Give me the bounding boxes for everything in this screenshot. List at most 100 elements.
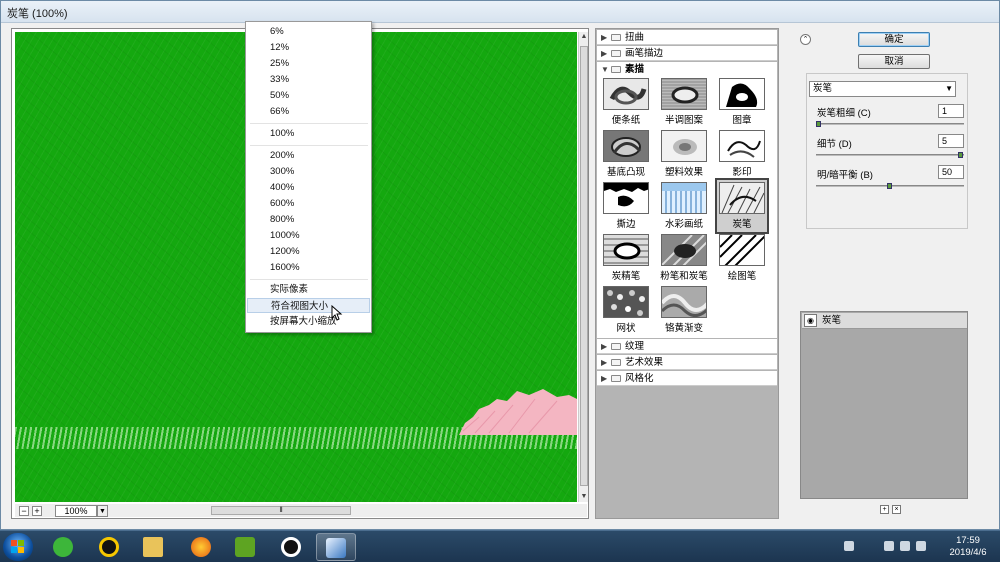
thickness-label: 炭笔粗细 (C): [817, 108, 871, 119]
zoom-menu-item[interactable]: 800%: [247, 212, 370, 227]
clock-time: 17:59: [956, 535, 980, 546]
collapse-gallery-icon[interactable]: ⌃: [800, 34, 811, 45]
folder-icon: [611, 343, 621, 350]
category-artistic[interactable]: ▶ 艺术效果: [597, 355, 777, 370]
zoom-menu-item[interactable]: 按屏幕大小缩放: [247, 314, 370, 329]
taskbar-firefox[interactable]: [182, 533, 222, 561]
filter-bas-relief[interactable]: 基底凸现: [601, 130, 651, 182]
ok-button[interactable]: 确定: [858, 32, 930, 47]
slider-handle[interactable]: [887, 183, 892, 189]
slider-handle[interactable]: [816, 121, 821, 127]
menu-separator: [250, 123, 368, 124]
filter-torn-edges[interactable]: 撕边: [601, 182, 651, 234]
sketch-filter-thumbnails: 便条纸 半调图案 图章 基底凸现 塑料效果 影印 撕边 水彩画纸 炭笔 炭精笔 …: [597, 76, 777, 338]
settings-panel: ⌃ 确定 取消 炭笔 ▼ 炭笔粗细 (C) 1 细节 (D) 5 明/暗平衡 (…: [796, 28, 996, 519]
filter-thumbnail: [603, 234, 649, 266]
cancel-button[interactable]: 取消: [858, 54, 930, 69]
filter-plaster[interactable]: 塑料效果: [659, 130, 709, 182]
filter-stamp[interactable]: 图章: [717, 78, 767, 130]
filter-note-paper[interactable]: 便条纸: [601, 78, 651, 130]
filter-thumbnail: [603, 286, 649, 318]
zoom-level-field[interactable]: 100%: [55, 505, 97, 517]
category-brush-strokes[interactable]: ▶ 画笔描边: [597, 46, 777, 61]
folder-open-icon: [611, 66, 621, 73]
zoom-in-button[interactable]: +: [32, 506, 42, 516]
filter-graphic-pen[interactable]: 绘图笔: [717, 234, 767, 286]
thickness-slider[interactable]: [816, 121, 964, 127]
zoom-menu-item-highlighted[interactable]: 符合视图大小: [247, 298, 370, 313]
new-effect-layer-icon[interactable]: +: [880, 505, 889, 514]
zoom-menu-item[interactable]: 25%: [247, 56, 370, 71]
balance-slider[interactable]: [816, 183, 964, 189]
filter-photocopy[interactable]: 影印: [717, 130, 767, 182]
filter-chalk-charcoal[interactable]: 粉笔和炭笔: [659, 234, 709, 286]
zoom-menu-item[interactable]: 50%: [247, 88, 370, 103]
expand-arrow-icon: ▶: [601, 342, 608, 351]
zoom-menu-item[interactable]: 66%: [247, 104, 370, 119]
record-icon: [281, 537, 301, 557]
network-icon[interactable]: [900, 541, 910, 551]
zoom-menu-item[interactable]: 33%: [247, 72, 370, 87]
filter-halftone-pattern[interactable]: 半调图案: [659, 78, 709, 130]
scroll-thumb[interactable]: [580, 46, 588, 486]
filter-conte-crayon[interactable]: 炭精笔: [601, 234, 651, 286]
detail-slider[interactable]: [816, 152, 964, 158]
zoom-menu-item[interactable]: 200%: [247, 148, 370, 163]
zoom-menu-item[interactable]: 1600%: [247, 260, 370, 275]
start-button[interactable]: [3, 533, 33, 561]
filter-thumbnail: [603, 78, 649, 110]
filter-gallery-window: 炭笔 (100%) ▲ ▼ − + 100% ▼ ⦀ 6% 12% 25% 33…: [0, 0, 1000, 530]
filter-gallery: ▶ 扭曲 ▶ 画笔描边 ▼ 素描 便条纸 半调图案 图章 基底凸现 塑料效果 影…: [595, 28, 779, 519]
scroll-down-icon[interactable]: ▼: [579, 492, 589, 502]
balance-label: 明/暗平衡 (B): [817, 170, 873, 181]
filter-charcoal-selected[interactable]: 炭笔: [715, 178, 769, 234]
filter-chrome[interactable]: 铬黄渐变: [659, 286, 709, 338]
folder-icon: [143, 537, 163, 557]
filter-thumbnail: [719, 182, 765, 214]
taskbar-explorer[interactable]: [134, 533, 174, 561]
keyboard-icon[interactable]: [844, 541, 854, 551]
window-title: 炭笔 (100%): [7, 8, 68, 20]
thickness-input[interactable]: 1: [938, 104, 964, 118]
category-sketch[interactable]: ▼ 素描: [597, 62, 777, 77]
category-distort[interactable]: ▶ 扭曲: [597, 30, 777, 45]
zoom-menu-item[interactable]: 400%: [247, 180, 370, 195]
taskbar-photoshop[interactable]: [316, 533, 356, 561]
printer-icon[interactable]: [884, 541, 894, 551]
volume-icon[interactable]: [916, 541, 926, 551]
zoom-menu-item[interactable]: 6%: [247, 24, 370, 39]
horizontal-scroll-thumb[interactable]: ⦀: [211, 506, 351, 515]
zoom-menu-item[interactable]: 1000%: [247, 228, 370, 243]
zoom-menu-item[interactable]: 实际像素: [247, 282, 370, 297]
title-bar[interactable]: 炭笔 (100%): [1, 1, 999, 23]
zoom-menu-item[interactable]: 300%: [247, 164, 370, 179]
zoom-menu-item[interactable]: 12%: [247, 40, 370, 55]
category-texture[interactable]: ▶ 纹理: [597, 339, 777, 354]
slider-handle[interactable]: [958, 152, 963, 158]
delete-effect-layer-icon[interactable]: ×: [892, 505, 901, 514]
taskbar-qq[interactable]: [90, 533, 130, 561]
effect-layer-row[interactable]: ◉ 炭笔: [802, 313, 967, 329]
zoom-dropdown-icon[interactable]: ▼: [97, 505, 108, 517]
visibility-eye-icon[interactable]: ◉: [804, 314, 817, 327]
filter-water-paper[interactable]: 水彩画纸: [659, 182, 709, 234]
filter-thumbnail: [719, 130, 765, 162]
filter-reticulation[interactable]: 网状: [601, 286, 651, 338]
filter-thumbnail: [719, 234, 765, 266]
balance-input[interactable]: 50: [938, 165, 964, 179]
taskbar-recorder[interactable]: [272, 533, 312, 561]
detail-input[interactable]: 5: [938, 134, 964, 148]
category-stylize[interactable]: ▶ 风格化: [597, 371, 777, 386]
taskbar-browser360[interactable]: [44, 533, 84, 561]
clock[interactable]: 17:59 2019/4/6: [940, 535, 996, 559]
taskbar-media[interactable]: [226, 533, 266, 561]
zoom-out-button[interactable]: −: [19, 506, 29, 516]
zoom-menu-item[interactable]: 1200%: [247, 244, 370, 259]
zoom-menu-item[interactable]: 100%: [247, 126, 370, 141]
zoom-menu-item[interactable]: 600%: [247, 196, 370, 211]
filter-settings-box: [806, 73, 968, 229]
scroll-up-icon[interactable]: ▲: [579, 32, 589, 42]
system-tray: 17:59 2019/4/6: [838, 533, 998, 561]
pink-patch: [459, 389, 577, 435]
preview-vertical-scrollbar[interactable]: ▲ ▼: [578, 32, 588, 502]
